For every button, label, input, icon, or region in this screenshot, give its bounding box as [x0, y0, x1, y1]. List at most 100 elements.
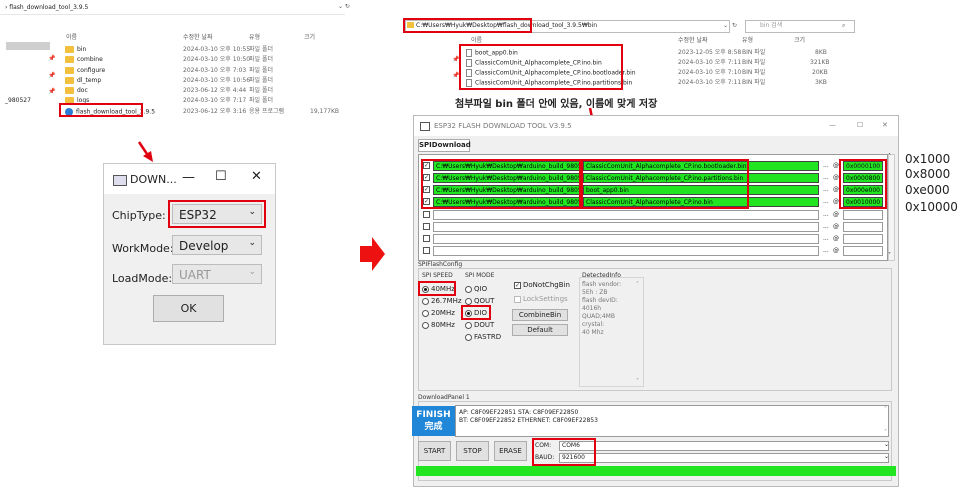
- browse-button[interactable]: ...: [823, 198, 829, 206]
- breadcrumb[interactable]: › flash_download_tool_3.9.5: [5, 4, 88, 12]
- tab-spidownload[interactable]: SPIDownload: [418, 139, 471, 152]
- column-name[interactable]: 이름: [66, 34, 77, 42]
- list-item[interactable]: doc: [65, 87, 88, 95]
- list-item[interactable]: bin: [65, 46, 86, 54]
- refresh-icon[interactable]: ↻: [732, 22, 737, 30]
- mode-option[interactable]: FASTRD: [465, 333, 501, 342]
- speed-option[interactable]: 20MHz: [422, 309, 455, 318]
- search-placeholder: bin 검색: [760, 22, 783, 29]
- donotchgbin-checkbox[interactable]: ✓ DoNotChgBin: [514, 281, 570, 290]
- browse-button[interactable]: ...: [823, 235, 829, 243]
- list-item[interactable]: configure: [65, 67, 105, 75]
- address-note: 0x1000: [905, 152, 951, 166]
- arrow-down-icon: [137, 141, 153, 162]
- scroll-down-icon[interactable]: ˅: [884, 429, 887, 437]
- maximize-button[interactable]: ☐: [857, 121, 863, 130]
- column-date[interactable]: 수정한 날짜: [183, 34, 213, 42]
- default-button[interactable]: Default: [512, 324, 568, 336]
- column-size[interactable]: 크기: [794, 37, 805, 45]
- row-size: 19,177KB: [310, 108, 340, 115]
- column-type[interactable]: 유형: [742, 37, 753, 45]
- erase-button[interactable]: ERASE: [494, 441, 527, 461]
- chevron-down-icon[interactable]: ⌄: [884, 441, 889, 449]
- address-field[interactable]: [843, 234, 883, 244]
- row-checkbox[interactable]: [423, 223, 430, 230]
- column-type[interactable]: 유형: [249, 34, 260, 42]
- close-button[interactable]: ✕: [251, 169, 262, 184]
- address-field[interactable]: [843, 222, 883, 232]
- row-checkbox[interactable]: [423, 247, 430, 254]
- path-field[interactable]: [433, 222, 819, 232]
- finish-label: FINISH: [416, 410, 451, 420]
- workmode-label: WorkMode:: [112, 242, 174, 255]
- minimize-button[interactable]: —: [182, 170, 195, 185]
- start-button[interactable]: START: [418, 441, 451, 461]
- spi-speed-label: SPI SPEED: [422, 272, 453, 279]
- browse-button[interactable]: ...: [823, 162, 829, 170]
- header-divider: [0, 14, 345, 15]
- column-date[interactable]: 수정한 날짜: [678, 37, 708, 45]
- browse-button[interactable]: ...: [823, 247, 829, 255]
- mode-option[interactable]: DOUT: [465, 321, 494, 330]
- detected-line: 5Eh : ZB: [582, 289, 608, 296]
- browse-button[interactable]: ...: [823, 186, 829, 194]
- loadmode-select[interactable]: UART ⌄: [172, 264, 262, 284]
- folder-icon: [65, 46, 74, 53]
- minimize-button[interactable]: —: [829, 121, 836, 130]
- address-field[interactable]: [843, 210, 883, 220]
- row-type: BIN 파일: [742, 79, 766, 86]
- scroll-up-icon[interactable]: ˄: [884, 406, 887, 414]
- detected-line: QUAD;4MB: [582, 313, 615, 320]
- ok-button[interactable]: OK: [153, 295, 224, 322]
- folder-icon: [65, 56, 74, 63]
- stop-button[interactable]: STOP: [456, 441, 489, 461]
- path-field[interactable]: [433, 234, 819, 244]
- com-select[interactable]: COM6: [559, 441, 889, 451]
- path-field[interactable]: [433, 246, 819, 256]
- combinebin-button[interactable]: CombineBin: [512, 309, 568, 321]
- row-size: 321KB: [810, 59, 830, 66]
- search-icon[interactable]: ⌕: [842, 22, 845, 30]
- download-panel-label: DownloadPanel 1: [418, 394, 470, 401]
- row-size: 8KB: [815, 49, 827, 56]
- list-item[interactable]: dl_temp: [65, 77, 101, 85]
- scroll-down-icon[interactable]: ˅: [636, 378, 639, 386]
- browse-button[interactable]: ...: [823, 223, 829, 231]
- log-line: AP: C8F09EF22851 STA: C8F09EF22850: [459, 409, 579, 416]
- com-baud-highlight: [532, 438, 596, 466]
- mode-highlight: [461, 305, 491, 320]
- scrollbar[interactable]: [888, 154, 895, 261]
- row-date: 2024-03-10 오후 7:03: [183, 67, 247, 74]
- speed-option[interactable]: 26.7MHz: [422, 297, 462, 306]
- workmode-select[interactable]: Develop ⌄: [172, 235, 262, 255]
- row-size: 20KB: [812, 69, 828, 76]
- browse-button[interactable]: ...: [823, 174, 829, 182]
- dropdown-chevron-icon[interactable]: ⌄: [723, 22, 728, 30]
- scroll-up-icon[interactable]: ˄: [888, 153, 891, 161]
- log-line: BT: C8F09EF22852 ETHERNET: C8F09EF22853: [459, 417, 598, 424]
- exe-highlight: [59, 103, 143, 117]
- row-checkbox[interactable]: [423, 235, 430, 242]
- scroll-up-icon[interactable]: ˄: [636, 281, 639, 289]
- mode-option[interactable]: QIO: [465, 285, 487, 294]
- row-type: BIN 파일: [742, 59, 766, 66]
- baud-select[interactable]: 921600: [559, 453, 889, 463]
- list-item[interactable]: combine: [65, 56, 103, 64]
- browse-button[interactable]: ...: [823, 211, 829, 219]
- loadmode-label: LoadMode:: [112, 272, 173, 285]
- arrow-right-icon: [360, 237, 385, 271]
- row-date: 2024-03-10 오후 7:11: [678, 79, 742, 86]
- pin-icon: 📌: [48, 88, 56, 95]
- scroll-down-icon[interactable]: ˅: [888, 252, 891, 260]
- speed-option[interactable]: 80MHz: [422, 321, 455, 330]
- address-field[interactable]: [843, 246, 883, 256]
- maximize-button[interactable]: ☐: [215, 169, 227, 184]
- path-field[interactable]: [433, 210, 819, 220]
- row-date: 2024-03-10 오후 7:17: [183, 97, 247, 104]
- close-button[interactable]: ✕: [882, 121, 888, 130]
- row-checkbox[interactable]: [423, 211, 430, 218]
- refresh-icon[interactable]: ⌄ ↻: [338, 3, 350, 11]
- locksettings-checkbox[interactable]: LockSettings: [514, 295, 568, 304]
- column-size[interactable]: 크기: [304, 34, 315, 42]
- chevron-down-icon[interactable]: ⌄: [884, 453, 889, 461]
